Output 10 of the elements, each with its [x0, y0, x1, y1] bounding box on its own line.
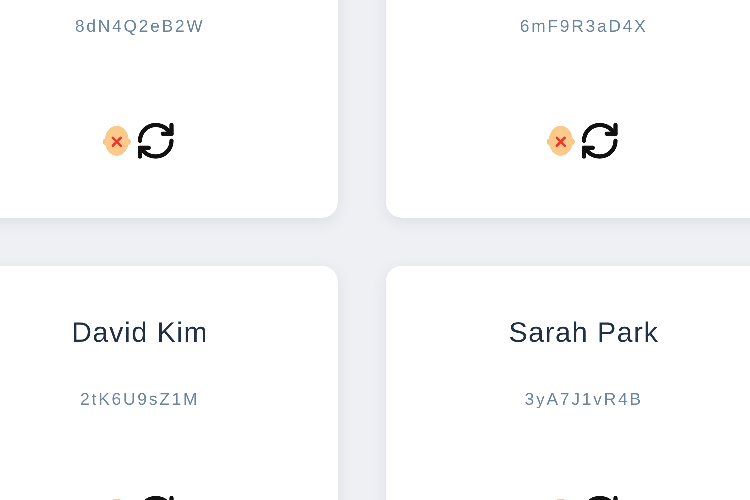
user-code: 2tK6U9sZ1M: [80, 389, 200, 411]
person-name: David Kim: [72, 316, 208, 350]
face-with-x-icon: [103, 125, 131, 157]
refresh-icon[interactable]: [135, 120, 177, 162]
refresh-icon[interactable]: [579, 120, 621, 162]
face-with-x-icon: [547, 125, 575, 157]
person-name: Sarah Park: [508, 316, 660, 350]
user-code: 6mF9R3aD4X: [520, 16, 648, 38]
user-code: 8dN4Q2eB2W: [75, 16, 205, 38]
user-code: 3yA7J1vR4B: [524, 389, 644, 411]
